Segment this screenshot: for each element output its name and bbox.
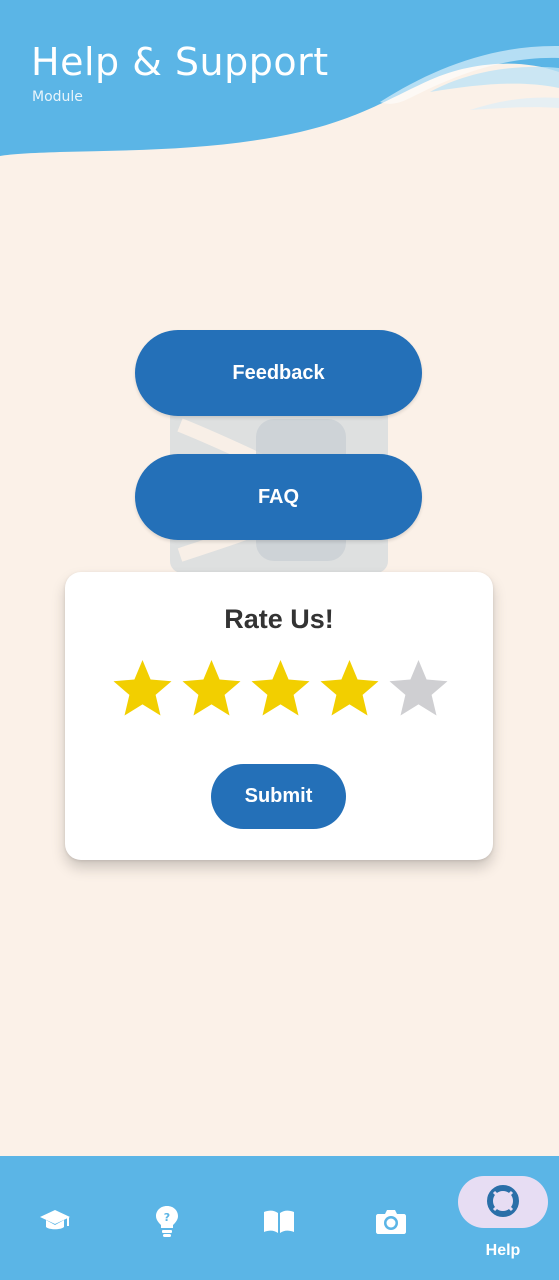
app-header: Help & Support Module xyxy=(0,0,559,160)
star-rating xyxy=(111,657,450,721)
star-filled-icon[interactable] xyxy=(318,657,381,720)
star-filled-icon[interactable] xyxy=(180,657,243,720)
lifebuoy-icon xyxy=(487,1185,519,1217)
star-filled-icon[interactable] xyxy=(111,657,174,720)
nav-item-camera[interactable] xyxy=(346,1156,436,1280)
lightbulb-icon: ? xyxy=(156,1206,178,1237)
page-title: Help & Support xyxy=(31,40,329,84)
page-subtitle: Module xyxy=(32,89,83,105)
nav-item-library[interactable] xyxy=(234,1156,324,1280)
submit-button[interactable]: Submit xyxy=(211,764,346,829)
faq-button[interactable]: FAQ xyxy=(135,454,422,540)
rating-card: Rate Us! Submit xyxy=(65,572,493,860)
nav-item-ideas[interactable]: ? xyxy=(122,1156,212,1280)
star-filled-icon[interactable] xyxy=(249,657,312,720)
nav-help-label: Help xyxy=(485,1242,521,1259)
feedback-button[interactable]: Feedback xyxy=(135,330,422,416)
rating-title: Rate Us! xyxy=(224,604,334,634)
nav-item-courses[interactable] xyxy=(10,1156,100,1280)
bottom-nav: ? Help xyxy=(0,1156,559,1280)
book-icon xyxy=(264,1210,294,1233)
svg-text:?: ? xyxy=(164,1211,170,1224)
camera-icon xyxy=(376,1210,406,1234)
star-empty-icon[interactable] xyxy=(387,657,450,720)
graduation-cap-icon xyxy=(40,1210,70,1230)
